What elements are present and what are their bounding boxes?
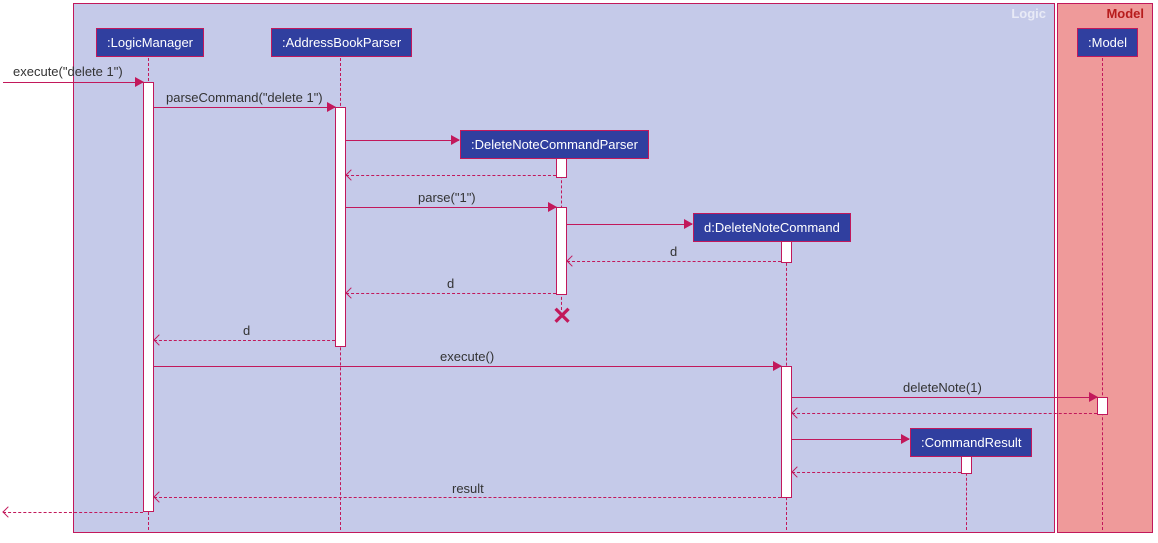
arrow-execute2 <box>773 361 782 371</box>
activation-address-book-parser <box>335 107 346 347</box>
arrow-create-command-result <box>901 434 910 444</box>
line-result <box>154 497 781 498</box>
line-create-dnc <box>567 224 692 225</box>
line-return-dncp-create <box>346 175 556 176</box>
activation-logic-manager <box>143 82 154 512</box>
activation-command-result <box>961 456 972 474</box>
arrow-create-dncp <box>451 135 460 145</box>
participant-model: :Model <box>1077 28 1138 57</box>
frame-logic-label: Logic <box>1011 6 1046 21</box>
frame-model-label: Model <box>1106 6 1144 21</box>
msg-d3: d <box>243 323 250 338</box>
participant-address-book-parser: :AddressBookParser <box>271 28 412 57</box>
destroy-icon: ✕ <box>552 302 572 331</box>
msg-delete-note: deleteNote(1) <box>903 380 982 395</box>
sequence-diagram: Logic Model :LogicManager :AddressBookPa… <box>0 0 1158 543</box>
arrow-parse-command <box>327 102 336 112</box>
line-execute2 <box>154 366 781 367</box>
line-d3 <box>154 340 335 341</box>
line-parse1 <box>346 207 556 208</box>
msg-d2: d <box>447 276 454 291</box>
arrow-execute1 <box>135 77 144 87</box>
participant-delete-note-command-parser: :DeleteNoteCommandParser <box>460 130 649 159</box>
participant-logic-manager: :LogicManager <box>96 28 204 57</box>
arrow-delete-note <box>1089 392 1098 402</box>
line-execute1 <box>3 82 143 83</box>
line-create-command-result <box>792 439 909 440</box>
msg-result: result <box>452 481 484 496</box>
arrow-final-return <box>2 506 13 517</box>
msg-parse1: parse("1") <box>418 190 476 205</box>
participant-delete-note-command: d:DeleteNoteCommand <box>693 213 851 242</box>
participant-command-result: :CommandResult <box>910 428 1032 457</box>
msg-execute1: execute("delete 1") <box>13 64 123 79</box>
msg-parse-command: parseCommand("delete 1") <box>166 90 323 105</box>
line-parse-command <box>154 107 335 108</box>
activation-dnc-2 <box>781 366 792 498</box>
msg-execute2: execute() <box>440 349 494 364</box>
line-return-delete-note <box>792 413 1097 414</box>
arrow-parse1 <box>548 202 557 212</box>
frame-model: Model <box>1057 3 1153 533</box>
arrow-create-dnc <box>684 219 693 229</box>
activation-dncp-2 <box>556 207 567 295</box>
line-d1 <box>567 261 781 262</box>
lifeline-model <box>1102 58 1103 530</box>
line-final-return <box>3 512 143 513</box>
msg-d1: d <box>670 244 677 259</box>
activation-dncp-1 <box>556 158 567 178</box>
activation-model <box>1097 397 1108 415</box>
line-delete-note <box>792 397 1097 398</box>
line-create-dncp <box>346 140 459 141</box>
line-d2 <box>346 293 556 294</box>
activation-dnc-1 <box>781 241 792 263</box>
line-return-command-result <box>792 472 961 473</box>
